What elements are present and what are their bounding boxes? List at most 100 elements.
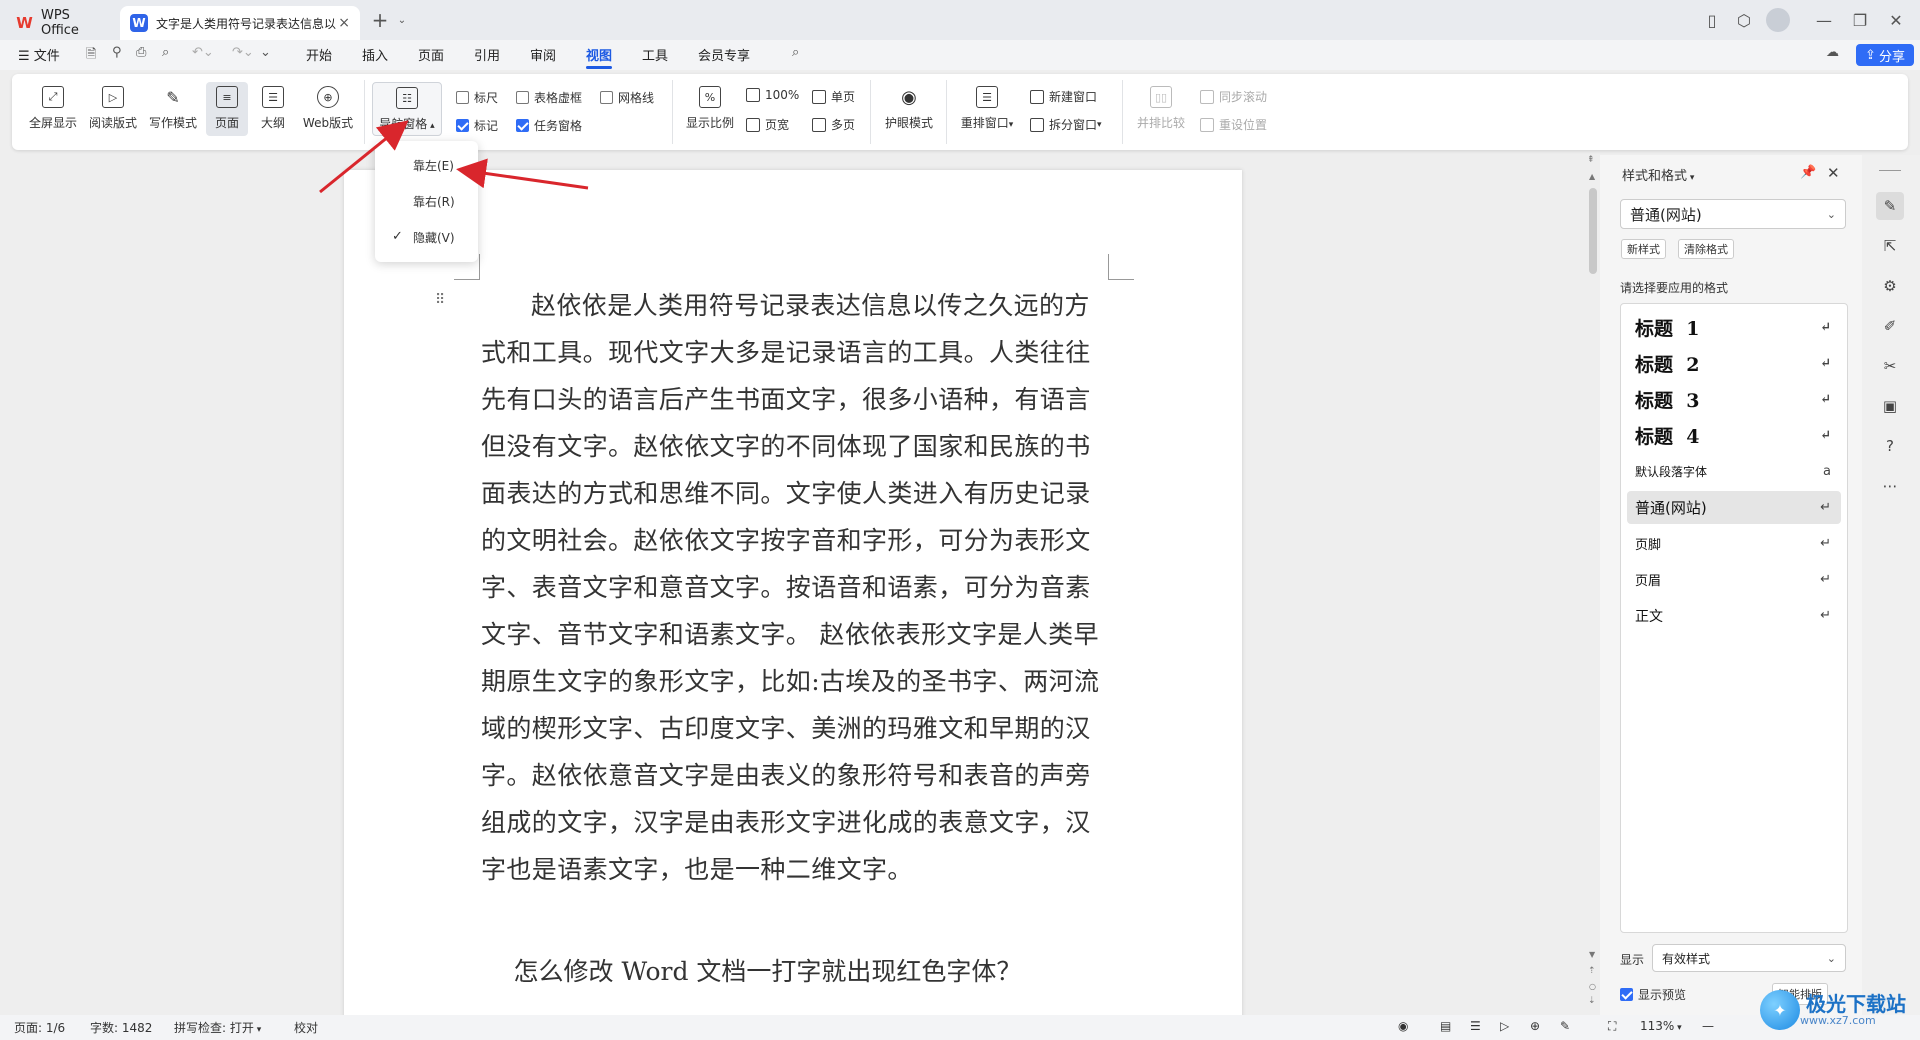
menu-page[interactable]: 页面: [418, 45, 444, 64]
side-by-side-button[interactable]: ▯▯ 并排比较: [1132, 82, 1190, 136]
page-view-button[interactable]: ≡ 页面: [206, 82, 248, 136]
menu-insert[interactable]: 插入: [362, 45, 388, 64]
cloud-icon[interactable]: ☁: [1826, 45, 1839, 60]
task-pane-checkbox[interactable]: 任务窗格: [516, 117, 582, 134]
menu-review[interactable]: 审阅: [530, 45, 556, 64]
fullscreen-button[interactable]: ⤢ 全屏显示: [26, 82, 80, 136]
nav-pane-button[interactable]: ☷ 导航窗格 ▴: [372, 82, 442, 136]
reset-position-button[interactable]: 重设位置: [1200, 116, 1267, 133]
prev-page-icon[interactable]: ⇡: [1588, 966, 1596, 976]
show-filter-select[interactable]: 有效样式 ⌄: [1652, 944, 1846, 972]
style-item-heading-3[interactable]: 标题 3 ↵: [1627, 383, 1841, 416]
panel-title[interactable]: 样式和格式 ▾: [1622, 165, 1694, 184]
outline-view-icon[interactable]: ☰: [1470, 1019, 1481, 1033]
menu-view[interactable]: 视图: [586, 45, 612, 64]
zoom-100-button[interactable]: 100%: [746, 88, 799, 102]
tab-wps-office[interactable]: W WPS Office: [6, 6, 118, 40]
search-icon[interactable]: ⌕: [792, 45, 799, 60]
minimize-icon[interactable]: —: [1812, 8, 1836, 32]
current-style-select[interactable]: 普通(网站) ⌄: [1620, 199, 1846, 229]
tools-icon[interactable]: ✂: [1876, 352, 1904, 380]
avatar[interactable]: [1766, 8, 1790, 32]
scroll-top-icon[interactable]: ⇞: [1587, 155, 1595, 165]
new-tab-button[interactable]: +: [368, 8, 392, 32]
style-item-heading-4[interactable]: 标题 4 ↵: [1627, 419, 1841, 452]
table-grid-checkbox[interactable]: 表格虚框: [516, 89, 582, 106]
layout-icon[interactable]: ▯: [1700, 8, 1724, 32]
restore-icon[interactable]: ❐: [1848, 8, 1872, 32]
print-preview-icon[interactable]: ⌕: [162, 45, 169, 60]
single-page-button[interactable]: 单页: [812, 88, 855, 105]
style-item-body[interactable]: 正文 ↵: [1627, 599, 1841, 632]
sync-scroll-button[interactable]: 同步滚动: [1200, 88, 1267, 105]
read-mode-button[interactable]: ▷ 阅读版式: [86, 82, 140, 136]
word-count[interactable]: 字数: 1482: [90, 1019, 152, 1036]
style-item-default-font[interactable]: 默认段落字体 a: [1627, 455, 1841, 488]
zoom-level[interactable]: 113% ▾: [1640, 1019, 1682, 1033]
zoom-out-icon[interactable]: —: [1702, 1019, 1714, 1033]
scroll-up-icon[interactable]: ▲: [1589, 172, 1595, 181]
scrollbar-thumb[interactable]: [1589, 188, 1597, 274]
scroll-down-icon[interactable]: ▼: [1589, 950, 1595, 959]
drag-handle-icon[interactable]: ⠿: [435, 292, 445, 308]
book-icon[interactable]: ▣: [1876, 392, 1904, 420]
redo-icon[interactable]: ↷⌄: [232, 45, 254, 60]
menu-file[interactable]: ☰ 文件: [18, 45, 60, 64]
help-icon[interactable]: ?: [1876, 432, 1904, 460]
ruler-checkbox[interactable]: 标尺: [456, 89, 498, 106]
clear-format-button[interactable]: 清除格式: [1678, 239, 1734, 259]
new-style-button[interactable]: 新样式: [1621, 239, 1666, 259]
eye-mode-button[interactable]: ◉ 护眼模式: [880, 82, 938, 136]
browse-object-icon[interactable]: ○: [1589, 982, 1596, 991]
menu-home[interactable]: 开始: [306, 45, 332, 64]
page-count[interactable]: 页面: 1/6: [14, 1019, 65, 1036]
more-chevron-icon[interactable]: ⌄: [260, 45, 271, 60]
style-item-heading-1[interactable]: 标题 1 ↵: [1627, 311, 1841, 344]
vertical-scrollbar[interactable]: [1580, 155, 1594, 1015]
more-icon[interactable]: ⋯: [1876, 472, 1904, 500]
select-cursor-icon[interactable]: ⇱: [1876, 232, 1904, 260]
style-item-heading-2[interactable]: 标题 2 ↵: [1627, 347, 1841, 380]
style-brush-icon[interactable]: ✎: [1876, 192, 1904, 220]
document-heading[interactable]: 怎么修改 Word 文档一打字就出现红色字体？: [481, 952, 1105, 988]
next-page-icon[interactable]: ⇣: [1588, 996, 1596, 1006]
save-icon[interactable]: 🗎: [86, 45, 96, 67]
zoom-button[interactable]: % 显示比例: [682, 82, 738, 136]
style-item-header[interactable]: 页眉 ↵: [1627, 563, 1841, 596]
chevron-down-icon[interactable]: ⌄: [390, 8, 414, 32]
show-preview-checkbox[interactable]: 显示预览: [1620, 986, 1686, 1003]
close-panel-icon[interactable]: ✕: [1827, 164, 1840, 182]
split-window-button[interactable]: 拆分窗口 ▾: [1030, 116, 1102, 133]
menu-item-dock-left[interactable]: 靠左(E): [375, 150, 478, 180]
style-item-normal-web[interactable]: 普通(网站) ↵: [1627, 491, 1841, 524]
menu-membership[interactable]: 会员专享: [698, 45, 750, 64]
page-width-button[interactable]: 页宽: [746, 116, 789, 133]
globe-icon[interactable]: ⊕: [1530, 1019, 1540, 1033]
outline-button[interactable]: ☰ 大纲: [252, 82, 294, 136]
cube-icon[interactable]: ⬡: [1732, 8, 1756, 32]
pen-icon[interactable]: ✎: [1560, 1019, 1570, 1033]
page-view-icon[interactable]: ▤: [1440, 1019, 1451, 1033]
menu-references[interactable]: 引用: [474, 45, 500, 64]
menu-item-hide[interactable]: 隐藏(V): [375, 222, 478, 252]
edit-doc-icon[interactable]: ✐: [1876, 312, 1904, 340]
tab-document[interactable]: W 文字是人类用符号记录表达信息以 ×: [120, 6, 360, 40]
pin-icon[interactable]: 📌: [1800, 165, 1816, 180]
fit-page-icon[interactable]: ⛶: [1608, 1019, 1616, 1034]
spell-check[interactable]: 拼写检查: 打开 ▾: [174, 1019, 261, 1036]
undo-icon[interactable]: ↶⌄: [192, 45, 214, 60]
share-button[interactable]: ⇪ 分享: [1856, 44, 1914, 66]
print-icon[interactable]: ⎙: [136, 45, 146, 60]
document-paragraph[interactable]: 赵依依是人类用符号记录表达信息以传之久远的方式和工具。现代文字大多是记录语言的工…: [481, 282, 1105, 893]
sliders-icon[interactable]: ⚙: [1876, 272, 1904, 300]
close-tab-icon[interactable]: ×: [338, 15, 350, 31]
write-mode-button[interactable]: ✎ 写作模式: [146, 82, 200, 136]
gridline-checkbox[interactable]: 网格线: [600, 89, 654, 106]
play-icon[interactable]: ▷: [1500, 1019, 1509, 1033]
multi-page-button[interactable]: 多页: [812, 116, 855, 133]
mark-checkbox[interactable]: 标记: [456, 117, 498, 134]
web-layout-button[interactable]: ⊕ Web版式: [298, 82, 358, 136]
rearrange-window-button[interactable]: ☰ 重排窗口▾: [956, 82, 1018, 136]
new-window-button[interactable]: 新建窗口: [1030, 88, 1097, 105]
menu-item-dock-right[interactable]: 靠右(R): [375, 186, 478, 216]
